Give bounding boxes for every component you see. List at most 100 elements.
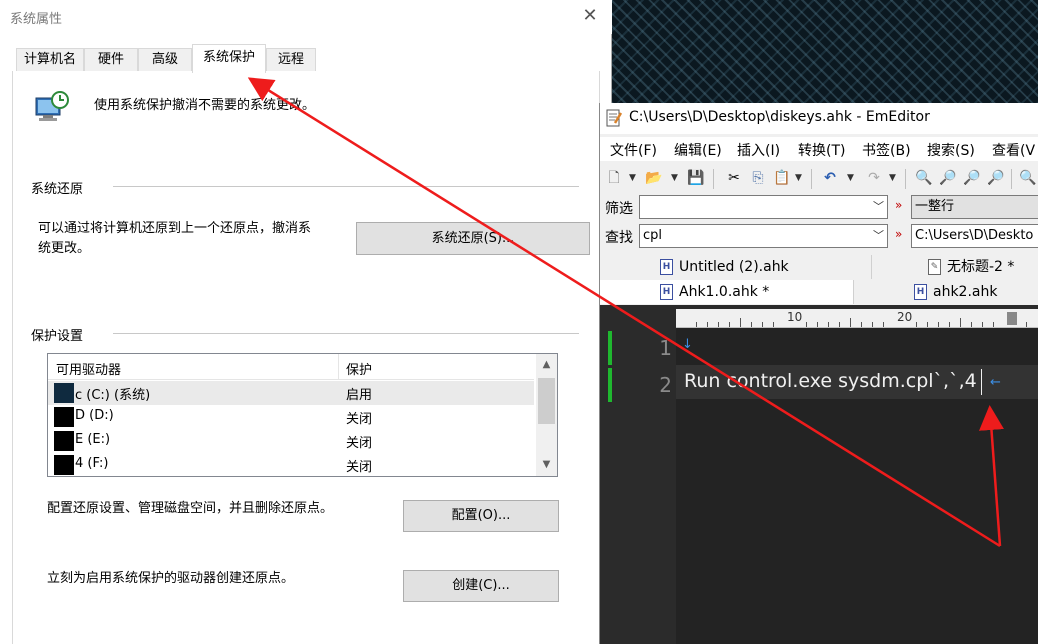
scroll-thumb[interactable]	[538, 378, 555, 424]
menu-convert[interactable]: 转换(T)	[798, 140, 845, 160]
text-file-icon: ✎	[928, 259, 941, 275]
drive-list[interactable]: 可用驱动器 保护 c (C:) (系统) 启用 D (D:) 关闭 E (E:)…	[47, 353, 558, 477]
filter-mode-select[interactable]: 一整行	[911, 195, 1038, 219]
window-title: 系统属性	[10, 12, 63, 27]
chevron-down-icon[interactable]: ﹀	[873, 225, 884, 247]
find-bar: 查找 cpl ﹀ » C:\Users\D\Deskto	[600, 222, 1038, 250]
text-area[interactable]: ↓ Run control.exe sysdm.cpl`,`,4 ←	[676, 328, 1038, 644]
ruler-tick	[773, 322, 774, 327]
create-button[interactable]: 创建(C)...	[403, 570, 559, 602]
menu-file[interactable]: 文件(F)	[610, 140, 657, 160]
tab-remote[interactable]: 远程	[266, 48, 316, 72]
window-title: C:\Users\D\Desktop\diskeys.ahk - EmEdito…	[629, 109, 930, 125]
menu-insert[interactable]: 插入(I)	[737, 140, 780, 160]
save-icon[interactable]: 💾	[687, 169, 705, 187]
ruler-tick	[938, 322, 939, 327]
menu-bookmarks[interactable]: 书签(B)	[862, 140, 911, 160]
ruler-tick	[740, 318, 741, 327]
drive-icon	[54, 455, 74, 475]
tab-label: Ahk1.0.ahk *	[679, 284, 770, 300]
toolbar: 🗋 ▼ 📂 ▼ 💾 ✂ ⎘ 📋 ▼ ↶ ▼ ↷ ▼ 🔍 🔎 🔎 🔎 🔍	[600, 165, 1038, 193]
drive-row[interactable]: E (E:) 关闭	[48, 429, 534, 453]
find-icon[interactable]: 🔍	[915, 169, 933, 187]
chevron-down-icon[interactable]: ▼	[889, 169, 896, 187]
paste-icon[interactable]: 📋	[773, 169, 791, 187]
find-in-files-icon[interactable]: 🔍	[1019, 169, 1037, 187]
tab-hardware[interactable]: 硬件	[84, 48, 138, 72]
column-header-drive[interactable]: 可用驱动器	[56, 359, 121, 378]
tab-label: 无标题-2 *	[947, 259, 1015, 275]
drive-name: D (D:)	[75, 408, 114, 423]
double-chevron-icon[interactable]: »	[895, 198, 902, 212]
toolbar-separator	[905, 169, 906, 189]
tab-untitled-cn-2[interactable]: ✎ 无标题-2 *	[872, 255, 1038, 279]
drive-name: c (C:) (系统)	[75, 388, 151, 403]
ruler-tick	[696, 322, 697, 327]
double-chevron-icon[interactable]: »	[895, 227, 902, 241]
emeditor-window: C:\Users\D\Desktop\diskeys.ahk - EmEdito…	[599, 103, 1038, 644]
copy-icon[interactable]: ⎘	[749, 169, 767, 187]
protection-description: 使用系统保护撤消不需要的系统更改。	[94, 98, 316, 113]
scroll-up-icon[interactable]: ▲	[536, 356, 557, 374]
tab-computer-name[interactable]: 计算机名	[16, 48, 84, 72]
find-previous-icon[interactable]: 🔎	[963, 169, 981, 187]
menu-search[interactable]: 搜索(S)	[927, 140, 975, 160]
column-header-protection[interactable]: 保护	[346, 359, 372, 378]
filter-input[interactable]: ﹀	[639, 195, 888, 219]
tab-system-protection[interactable]: 系统保护	[192, 44, 266, 73]
find-value: cpl	[643, 228, 663, 243]
find-next-icon[interactable]: 🔎	[939, 169, 957, 187]
ruler-tick	[751, 322, 752, 327]
ruler-tick	[949, 322, 950, 327]
close-icon[interactable]: ✕	[578, 4, 602, 28]
restore-text-line1: 可以通过将计算机还原到上一个还原点，撤消系	[38, 221, 312, 236]
system-restore-button[interactable]: 系统还原(S)...	[356, 222, 590, 255]
drive-icon	[54, 431, 74, 451]
editor-area[interactable]: 10 20 1 2 ↓ Run control.exe sysdm.cpl`,`…	[600, 305, 1038, 644]
line-number-gutter: 1 2	[600, 328, 676, 644]
drive-row[interactable]: D (D:) 关闭	[48, 405, 534, 429]
chevron-down-icon[interactable]: ▼	[671, 169, 678, 187]
chevron-down-icon[interactable]: ▼	[795, 169, 802, 187]
tab-ahk1[interactable]: H Ahk1.0.ahk *	[600, 280, 854, 304]
find-path-field[interactable]: C:\Users\D\Deskto	[911, 224, 1038, 248]
cut-icon[interactable]: ✂	[725, 169, 743, 187]
chevron-down-icon[interactable]: ▼	[629, 169, 636, 187]
drive-row[interactable]: c (C:) (系统) 启用	[48, 381, 534, 405]
toolbar-separator	[811, 169, 812, 189]
find-input[interactable]: cpl ﹀	[639, 224, 888, 248]
column-separator[interactable]	[338, 354, 339, 380]
document-tabs: H Untitled (2).ahk ✎ 无标题-2 * H Ahk1.0.ahk *…	[600, 253, 1038, 305]
menu-view[interactable]: 查看(V	[992, 140, 1035, 160]
ruler: 10 20	[676, 309, 1038, 328]
open-folder-icon[interactable]: 📂	[645, 169, 663, 187]
drive-protection-state: 关闭	[346, 412, 373, 427]
code-line[interactable]: Run control.exe sysdm.cpl`,`,4	[684, 370, 977, 392]
drive-row[interactable]: 4 (F:) 关闭	[48, 453, 534, 476]
desktop-wallpaper	[612, 0, 1038, 104]
title-bar: C:\Users\D\Desktop\diskeys.ahk - EmEdito…	[600, 103, 1038, 134]
tab-advanced[interactable]: 高级	[138, 48, 192, 72]
drive-list-scrollbar[interactable]: ▲ ▼	[536, 354, 557, 476]
new-file-icon[interactable]: 🗋	[605, 169, 623, 187]
menu-edit[interactable]: 编辑(E)	[674, 140, 722, 160]
menu-bar: 文件(F) 编辑(E) 插入(I) 转换(T) 书签(B) 搜索(S) 查看(V	[600, 137, 1038, 161]
configure-text: 配置还原设置、管理磁盘空间，并且删除还原点。	[47, 501, 334, 516]
restore-group-title: 系统还原	[31, 182, 84, 197]
chevron-down-icon[interactable]: ▼	[847, 169, 854, 187]
replace-icon[interactable]: 🔎	[987, 169, 1005, 187]
ruler-tick	[872, 322, 873, 327]
restore-text-line2: 统更改。	[38, 241, 91, 256]
ruler-tick	[762, 322, 763, 327]
scroll-down-icon[interactable]: ▼	[536, 456, 557, 474]
tab-ahk2[interactable]: Hahk2.ahk	[854, 280, 1038, 304]
line-number: 1	[659, 336, 672, 360]
redo-icon[interactable]: ↷	[865, 169, 883, 187]
chevron-down-icon[interactable]: ﹀	[873, 196, 884, 218]
newline-mark-icon: ↓	[682, 337, 693, 352]
tab-untitled-2[interactable]: H Untitled (2).ahk	[600, 255, 872, 279]
configure-button[interactable]: 配置(O)...	[403, 500, 559, 532]
text-caret	[981, 369, 982, 395]
ruler-tick	[718, 322, 719, 327]
undo-icon[interactable]: ↶	[821, 169, 839, 187]
